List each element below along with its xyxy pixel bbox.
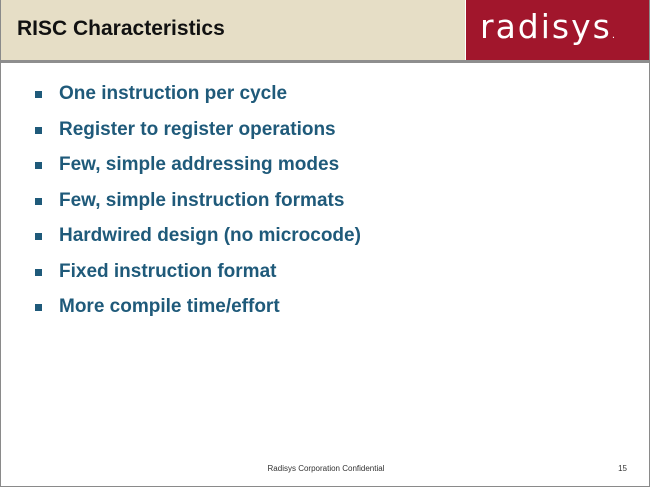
bullet-item: One instruction per cycle — [35, 82, 361, 118]
bullet-item: Few, simple addressing modes — [35, 153, 361, 189]
bullet-text: Hardwired design (no microcode) — [59, 225, 361, 246]
bullet-item: More compile time/effort — [35, 295, 361, 331]
square-bullet-icon — [35, 197, 42, 205]
bullet-text: Register to register operations — [59, 118, 336, 140]
slide-header: RISC Characteristics radisys. — [1, 0, 649, 60]
logo-trademark-dot: . — [611, 30, 616, 41]
bullet-text: More compile time/effort — [59, 296, 280, 317]
bullet-text: One instruction per cycle — [59, 83, 288, 104]
header-divider — [1, 60, 649, 63]
radisys-logo: radisys. — [466, 0, 649, 60]
logo-wordmark: radisys. — [480, 7, 615, 46]
square-bullet-icon — [35, 233, 42, 240]
slide: RISC Characteristics radisys. One instru… — [0, 0, 650, 487]
square-bullet-icon — [35, 91, 42, 98]
bullet-text: Few, simple instruction formats — [59, 189, 345, 211]
square-bullet-icon — [35, 304, 42, 311]
logo-text: radisys — [480, 7, 612, 46]
bullet-text: Fixed instruction format — [59, 260, 277, 282]
bullet-text: Few, simple addressing modes — [59, 154, 340, 175]
square-bullet-icon — [35, 268, 42, 276]
bullet-item: Register to register operations — [35, 118, 361, 154]
square-bullet-icon — [35, 162, 42, 169]
bullet-item: Few, simple instruction formats — [35, 189, 361, 225]
bullet-item: Fixed instruction format — [35, 260, 361, 296]
slide-title: RISC Characteristics — [17, 17, 225, 40]
title-bar: RISC Characteristics — [1, 0, 465, 60]
square-bullet-icon — [35, 126, 42, 134]
page-number: 15 — [618, 464, 627, 473]
bullet-list: One instruction per cycle Register to re… — [35, 82, 361, 331]
footer-confidential: Radisys Corporation Confidential — [267, 464, 385, 473]
bullet-item: Hardwired design (no microcode) — [35, 224, 361, 260]
